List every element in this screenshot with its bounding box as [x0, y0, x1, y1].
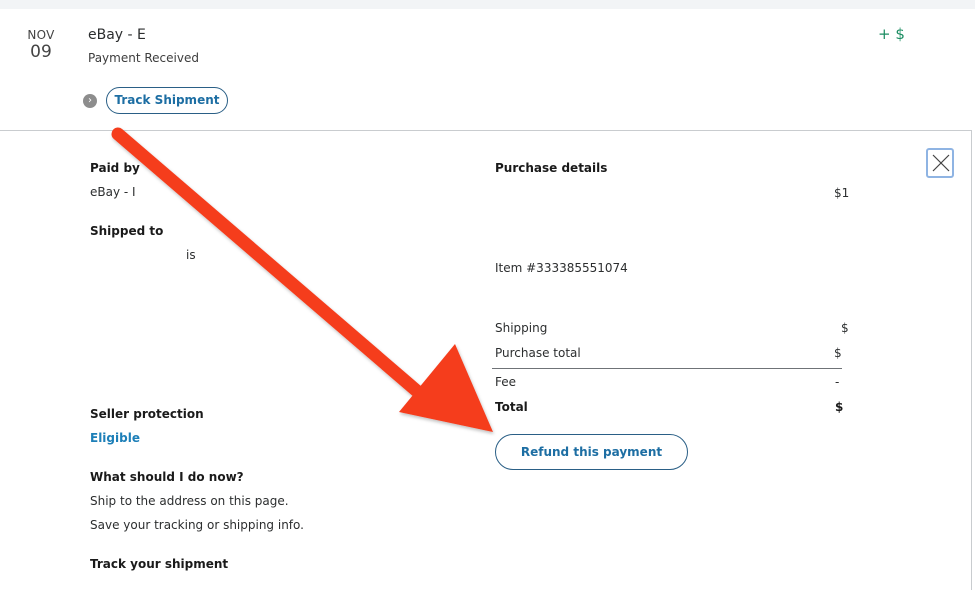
transaction-amount: + $	[878, 25, 905, 43]
shipping-value: $	[841, 321, 849, 335]
purchase-total-value: $	[834, 346, 842, 360]
what-now-step: Ship to the address on this page.	[90, 494, 289, 508]
item-number: Item #333385551074	[495, 261, 628, 275]
purchase-total-label: Purchase total	[495, 346, 581, 360]
close-icon	[932, 154, 950, 172]
transaction-status: Payment Received	[88, 51, 199, 65]
date-day: 09	[30, 42, 52, 62]
fee-label: Fee	[495, 375, 517, 389]
date-month: NOV	[27, 28, 55, 42]
shipped-to-label: Shipped to	[90, 224, 164, 238]
purchase-details-title: Purchase details	[495, 161, 608, 175]
total-value: $	[835, 400, 844, 414]
shipped-to-value: is	[186, 248, 196, 262]
item-price: $1	[834, 186, 850, 200]
what-now-step: Save your tracking or shipping info.	[90, 518, 304, 532]
chevron-right-icon[interactable]: ›	[83, 94, 97, 108]
refund-payment-button[interactable]: Refund this payment	[495, 434, 688, 470]
shipping-label: Shipping	[495, 321, 548, 335]
seller-protection-label: Seller protection	[90, 407, 204, 421]
close-button[interactable]	[926, 148, 954, 178]
total-label: Total	[495, 400, 528, 414]
track-shipment-label: Track your shipment	[90, 557, 229, 571]
transaction-date: NOV 09	[22, 28, 60, 62]
what-now-label: What should I do now?	[90, 470, 244, 484]
paid-by-label: Paid by	[90, 161, 140, 175]
seller-protection-status[interactable]: Eligible	[90, 431, 140, 445]
totals-divider	[492, 368, 842, 369]
top-strip	[0, 0, 975, 9]
paid-by-value: eBay - I	[90, 185, 136, 199]
track-shipment-button[interactable]: Track Shipment	[106, 87, 228, 114]
fee-value: -	[835, 375, 840, 389]
merchant-name: eBay - E	[88, 27, 146, 43]
